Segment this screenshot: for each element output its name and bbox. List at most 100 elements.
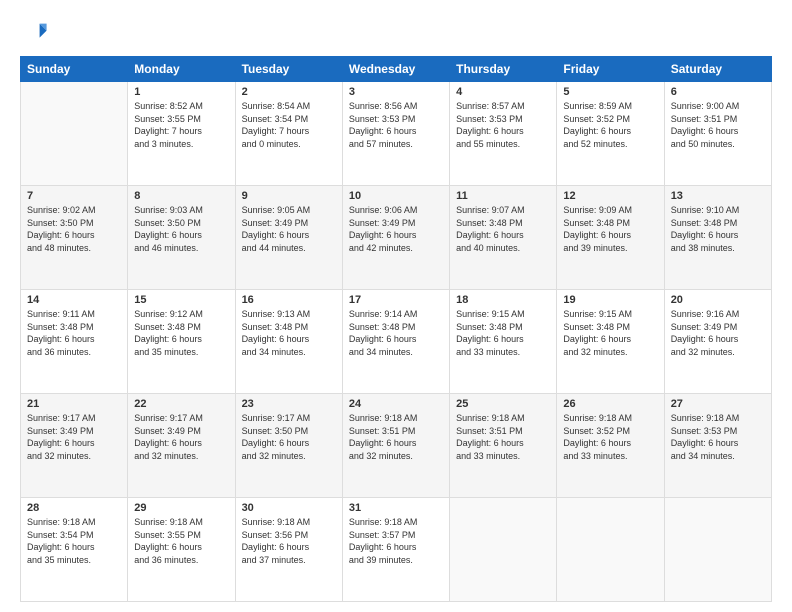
calendar-cell: 28 Sunrise: 9:18 AM Sunset: 3:54 PM Dayli…	[21, 498, 128, 602]
cell-info: Sunrise: 9:18 AM Sunset: 3:51 PM Dayligh…	[456, 412, 550, 462]
cell-day-number: 9	[242, 190, 336, 202]
cell-day-number: 2	[242, 86, 336, 98]
cell-day-number: 13	[671, 190, 765, 202]
cell-day-number: 31	[349, 502, 443, 514]
cell-info: Sunrise: 9:18 AM Sunset: 3:51 PM Dayligh…	[349, 412, 443, 462]
calendar-cell: 5 Sunrise: 8:59 AM Sunset: 3:52 PM Daylig…	[557, 82, 664, 186]
calendar-cell: 16 Sunrise: 9:13 AM Sunset: 3:48 PM Dayli…	[235, 290, 342, 394]
cell-day-number: 23	[242, 398, 336, 410]
calendar-cell: 6 Sunrise: 9:00 AM Sunset: 3:51 PM Daylig…	[664, 82, 771, 186]
calendar-cell	[664, 498, 771, 602]
cell-info: Sunrise: 9:05 AM Sunset: 3:49 PM Dayligh…	[242, 204, 336, 254]
cell-day-number: 28	[27, 502, 121, 514]
cell-day-number: 19	[563, 294, 657, 306]
cell-day-number: 8	[134, 190, 228, 202]
logo	[20, 18, 52, 46]
cell-info: Sunrise: 9:18 AM Sunset: 3:54 PM Dayligh…	[27, 516, 121, 566]
cell-info: Sunrise: 9:16 AM Sunset: 3:49 PM Dayligh…	[671, 308, 765, 358]
calendar-cell: 13 Sunrise: 9:10 AM Sunset: 3:48 PM Dayli…	[664, 186, 771, 290]
cell-day-number: 18	[456, 294, 550, 306]
calendar-cell	[557, 498, 664, 602]
calendar-header: SundayMondayTuesdayWednesdayThursdayFrid…	[21, 57, 772, 82]
calendar-cell: 2 Sunrise: 8:54 AM Sunset: 3:54 PM Daylig…	[235, 82, 342, 186]
calendar-cell: 29 Sunrise: 9:18 AM Sunset: 3:55 PM Dayli…	[128, 498, 235, 602]
cell-info: Sunrise: 8:57 AM Sunset: 3:53 PM Dayligh…	[456, 100, 550, 150]
calendar-cell: 17Sunrise: 9:14 AM Sunset: 3:48 PM Dayli…	[342, 290, 449, 394]
calendar-cell: 12 Sunrise: 9:09 AM Sunset: 3:48 PM Dayli…	[557, 186, 664, 290]
calendar-cell: 1 Sunrise: 8:52 AM Sunset: 3:55 PM Daylig…	[128, 82, 235, 186]
weekday-header: Wednesday	[342, 57, 449, 82]
cell-info: Sunrise: 9:18 AM Sunset: 3:53 PM Dayligh…	[671, 412, 765, 462]
calendar-week-row: 7 Sunrise: 9:02 AM Sunset: 3:50 PM Daylig…	[21, 186, 772, 290]
calendar-cell: 8 Sunrise: 9:03 AM Sunset: 3:50 PM Daylig…	[128, 186, 235, 290]
calendar-cell: 21 Sunrise: 9:17 AM Sunset: 3:49 PM Dayli…	[21, 394, 128, 498]
calendar-week-row: 28 Sunrise: 9:18 AM Sunset: 3:54 PM Dayli…	[21, 498, 772, 602]
cell-info: Sunrise: 8:52 AM Sunset: 3:55 PM Dayligh…	[134, 100, 228, 150]
calendar-cell: 15 Sunrise: 9:12 AM Sunset: 3:48 PM Dayli…	[128, 290, 235, 394]
calendar-cell: 19 Sunrise: 9:15 AM Sunset: 3:48 PM Dayli…	[557, 290, 664, 394]
cell-info: Sunrise: 9:17 AM Sunset: 3:49 PM Dayligh…	[27, 412, 121, 462]
cell-day-number: 27	[671, 398, 765, 410]
cell-day-number: 14	[27, 294, 121, 306]
cell-day-number: 10	[349, 190, 443, 202]
calendar-week-row: 21 Sunrise: 9:17 AM Sunset: 3:49 PM Dayli…	[21, 394, 772, 498]
calendar-cell: 25 Sunrise: 9:18 AM Sunset: 3:51 PM Dayli…	[450, 394, 557, 498]
calendar-cell: 4 Sunrise: 8:57 AM Sunset: 3:53 PM Daylig…	[450, 82, 557, 186]
cell-day-number: 21	[27, 398, 121, 410]
cell-info: Sunrise: 9:18 AM Sunset: 3:56 PM Dayligh…	[242, 516, 336, 566]
cell-day-number: 17	[349, 294, 443, 306]
cell-info: Sunrise: 9:11 AM Sunset: 3:48 PM Dayligh…	[27, 308, 121, 358]
calendar-cell: 11Sunrise: 9:07 AM Sunset: 3:48 PM Dayli…	[450, 186, 557, 290]
cell-day-number: 5	[563, 86, 657, 98]
cell-info: Sunrise: 9:12 AM Sunset: 3:48 PM Dayligh…	[134, 308, 228, 358]
cell-info: Sunrise: 9:15 AM Sunset: 3:48 PM Dayligh…	[563, 308, 657, 358]
calendar-cell: 24 Sunrise: 9:18 AM Sunset: 3:51 PM Dayli…	[342, 394, 449, 498]
header	[20, 18, 772, 46]
calendar-cell: 23 Sunrise: 9:17 AM Sunset: 3:50 PM Dayli…	[235, 394, 342, 498]
calendar-cell	[21, 82, 128, 186]
calendar-cell: 10 Sunrise: 9:06 AM Sunset: 3:49 PM Dayli…	[342, 186, 449, 290]
cell-day-number: 24	[349, 398, 443, 410]
calendar-cell: 9 Sunrise: 9:05 AM Sunset: 3:49 PM Daylig…	[235, 186, 342, 290]
calendar-cell: 31 Sunrise: 9:18 AM Sunset: 3:57 PM Dayli…	[342, 498, 449, 602]
cell-info: Sunrise: 9:02 AM Sunset: 3:50 PM Dayligh…	[27, 204, 121, 254]
cell-day-number: 1	[134, 86, 228, 98]
weekday-header: Thursday	[450, 57, 557, 82]
cell-day-number: 15	[134, 294, 228, 306]
cell-info: Sunrise: 9:18 AM Sunset: 3:52 PM Dayligh…	[563, 412, 657, 462]
cell-day-number: 22	[134, 398, 228, 410]
cell-info: Sunrise: 9:18 AM Sunset: 3:57 PM Dayligh…	[349, 516, 443, 566]
cell-day-number: 30	[242, 502, 336, 514]
cell-info: Sunrise: 8:54 AM Sunset: 3:54 PM Dayligh…	[242, 100, 336, 150]
cell-day-number: 4	[456, 86, 550, 98]
calendar-cell	[450, 498, 557, 602]
cell-info: Sunrise: 9:13 AM Sunset: 3:48 PM Dayligh…	[242, 308, 336, 358]
logo-icon	[20, 18, 48, 46]
cell-day-number: 26	[563, 398, 657, 410]
weekday-header: Sunday	[21, 57, 128, 82]
calendar-week-row: 14 Sunrise: 9:11 AM Sunset: 3:48 PM Dayli…	[21, 290, 772, 394]
cell-day-number: 16	[242, 294, 336, 306]
cell-day-number: 29	[134, 502, 228, 514]
weekday-header: Tuesday	[235, 57, 342, 82]
cell-day-number: 12	[563, 190, 657, 202]
cell-info: Sunrise: 9:03 AM Sunset: 3:50 PM Dayligh…	[134, 204, 228, 254]
calendar-cell: 30 Sunrise: 9:18 AM Sunset: 3:56 PM Dayli…	[235, 498, 342, 602]
cell-info: Sunrise: 9:09 AM Sunset: 3:48 PM Dayligh…	[563, 204, 657, 254]
cell-day-number: 6	[671, 86, 765, 98]
cell-day-number: 25	[456, 398, 550, 410]
cell-info: Sunrise: 8:59 AM Sunset: 3:52 PM Dayligh…	[563, 100, 657, 150]
cell-info: Sunrise: 9:10 AM Sunset: 3:48 PM Dayligh…	[671, 204, 765, 254]
cell-info: Sunrise: 9:06 AM Sunset: 3:49 PM Dayligh…	[349, 204, 443, 254]
cell-day-number: 7	[27, 190, 121, 202]
weekday-header: Saturday	[664, 57, 771, 82]
cell-info: Sunrise: 8:56 AM Sunset: 3:53 PM Dayligh…	[349, 100, 443, 150]
cell-info: Sunrise: 9:18 AM Sunset: 3:55 PM Dayligh…	[134, 516, 228, 566]
cell-info: Sunrise: 9:07 AM Sunset: 3:48 PM Dayligh…	[456, 204, 550, 254]
cell-info: Sunrise: 9:00 AM Sunset: 3:51 PM Dayligh…	[671, 100, 765, 150]
cell-info: Sunrise: 9:15 AM Sunset: 3:48 PM Dayligh…	[456, 308, 550, 358]
cell-info: Sunrise: 9:17 AM Sunset: 3:50 PM Dayligh…	[242, 412, 336, 462]
calendar-cell: 20Sunrise: 9:16 AM Sunset: 3:49 PM Dayli…	[664, 290, 771, 394]
page: SundayMondayTuesdayWednesdayThursdayFrid…	[0, 0, 792, 612]
calendar-cell: 3Sunrise: 8:56 AM Sunset: 3:53 PM Daylig…	[342, 82, 449, 186]
